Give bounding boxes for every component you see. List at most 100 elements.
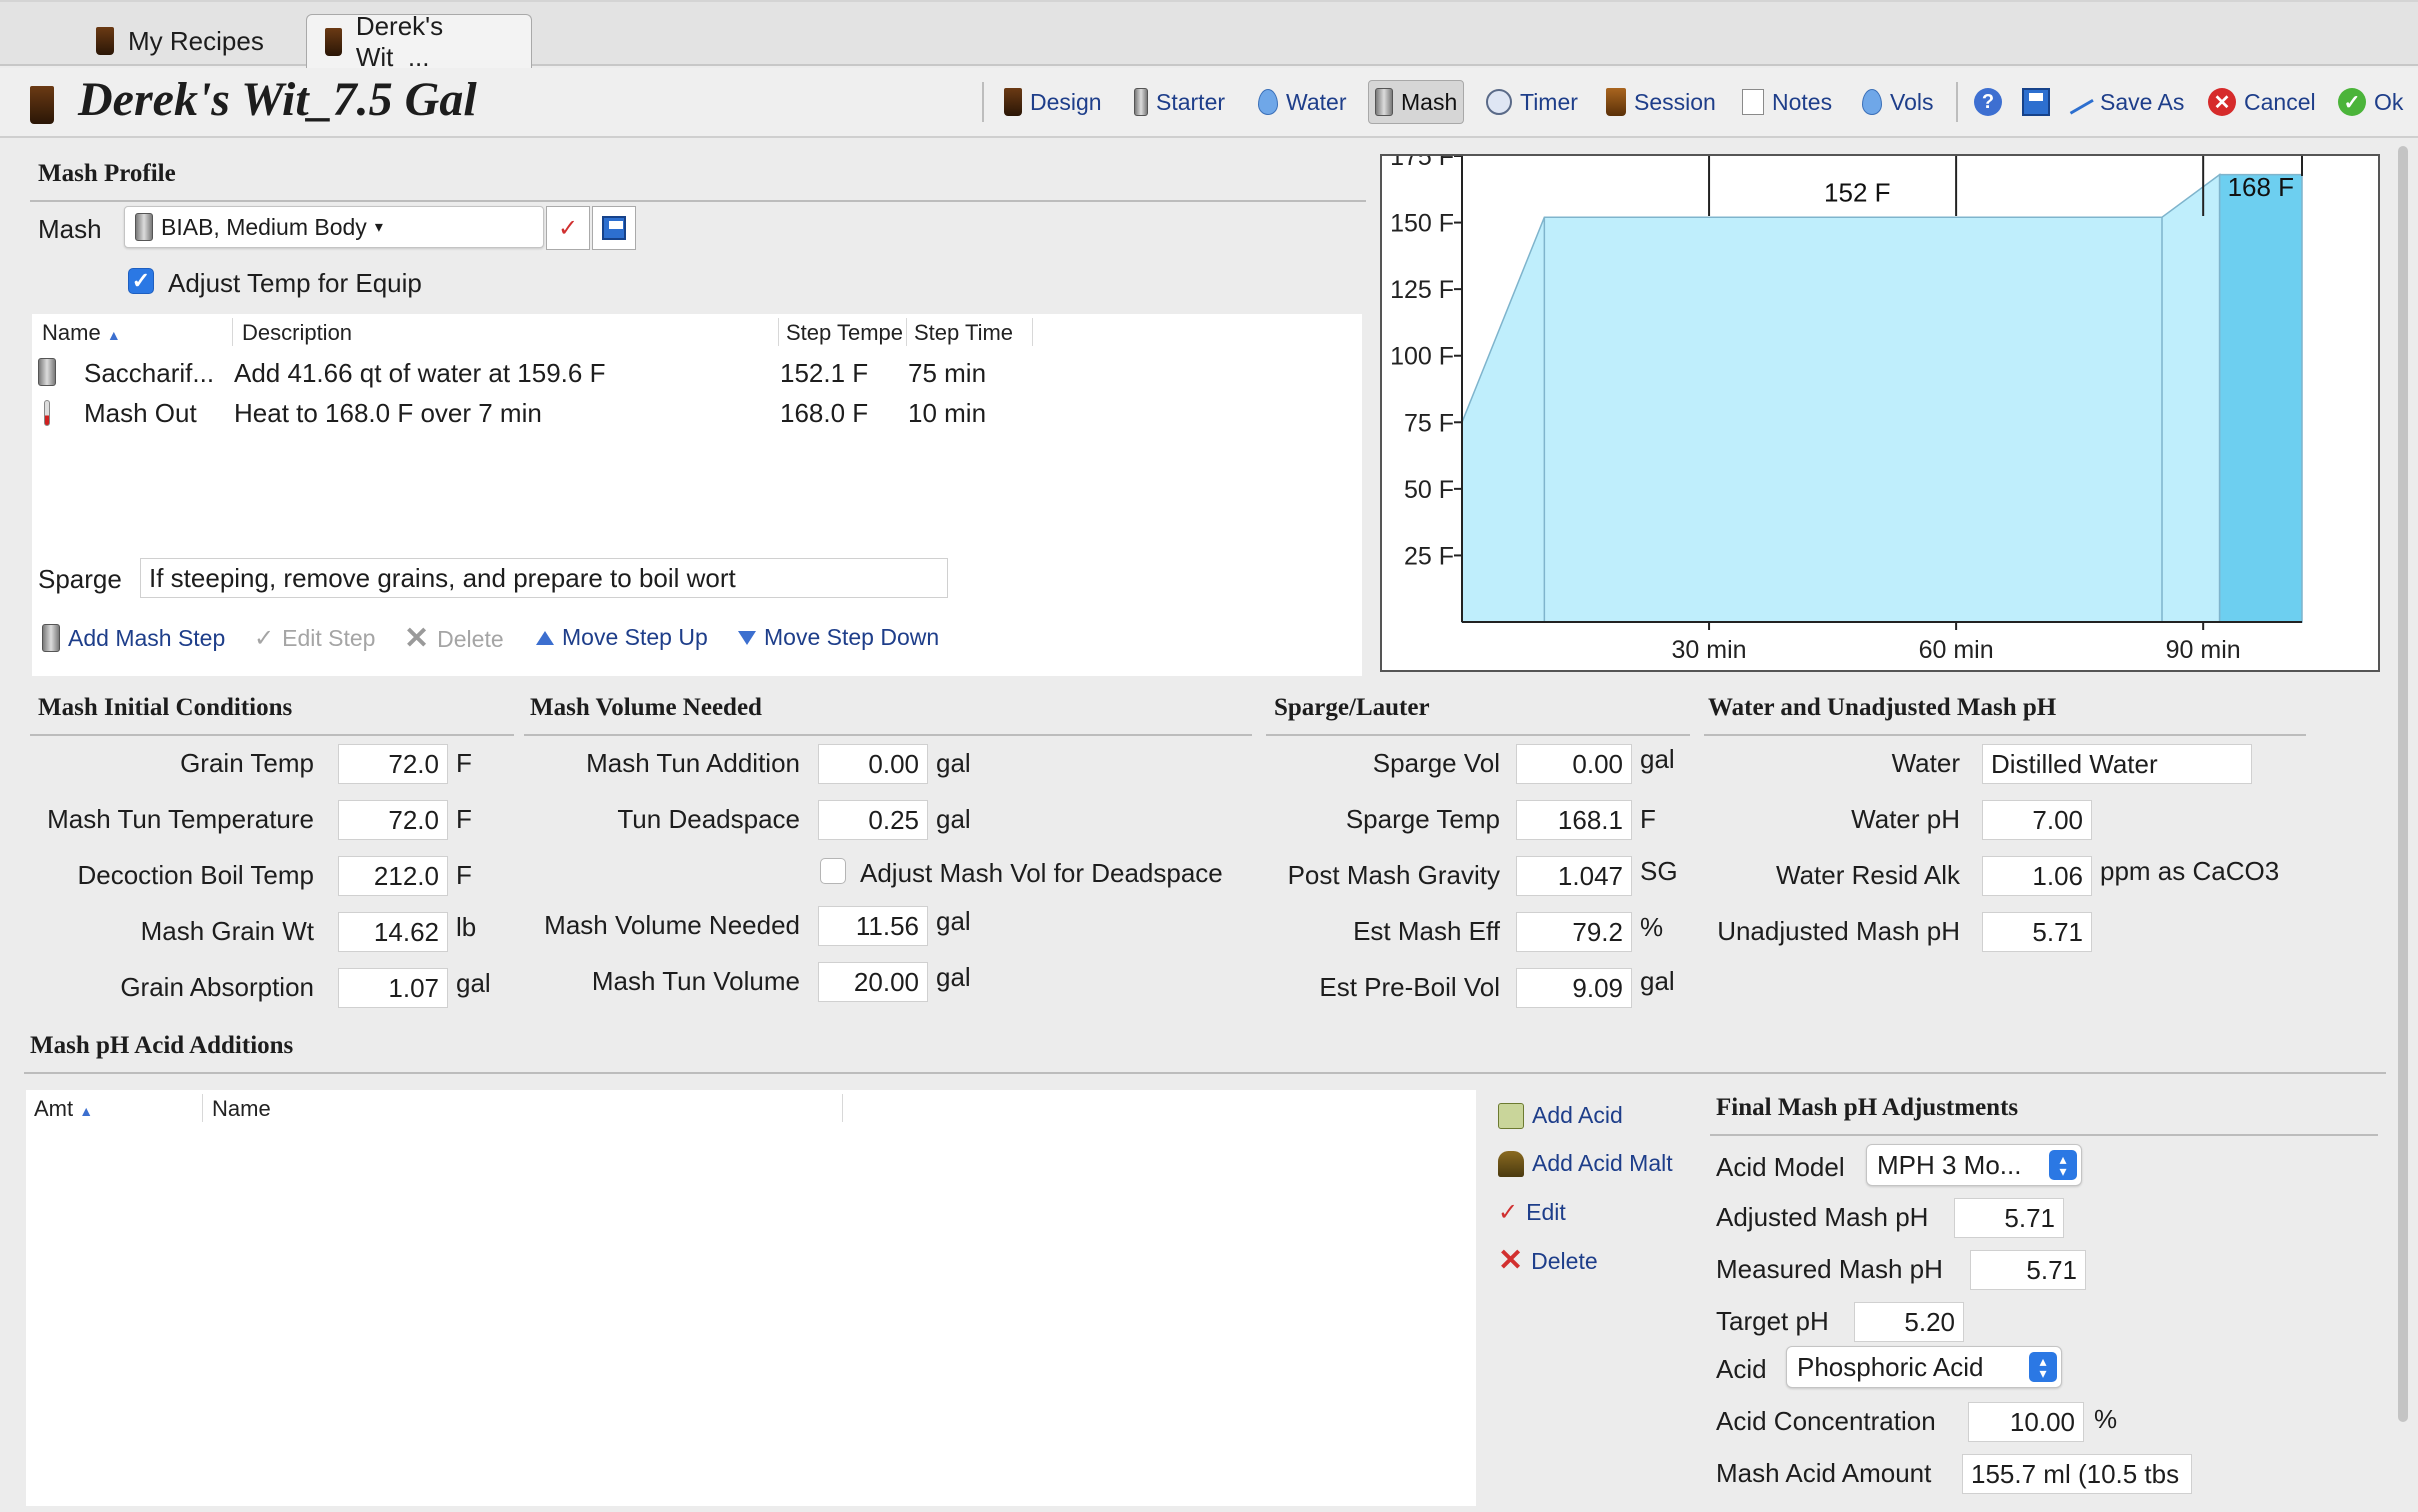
sparge-temp-label: Sparge Temp <box>1345 804 1500 834</box>
add-acid-malt-button[interactable]: Add Acid Malt <box>1498 1150 1673 1177</box>
sparge-temp-field[interactable]: 168.1 <box>1516 800 1632 840</box>
acid-type-value: Phosphoric Acid <box>1797 1351 1984 1382</box>
volume-needed-title: Mash Volume Needed <box>530 694 762 721</box>
water-ph-field[interactable]: 7.00 <box>1982 800 2092 840</box>
water-resid-alk-label: Water Resid Alk <box>1776 860 1960 890</box>
grain-temp-field[interactable]: 72.0 <box>338 744 448 784</box>
vols-button[interactable]: Vols <box>1862 80 1933 124</box>
column-header-name[interactable]: Name ▲ <box>42 320 121 346</box>
section-rule <box>30 734 514 736</box>
edit-checklist-icon: ✓ <box>1498 1199 1519 1226</box>
scrollbar-thumb[interactable] <box>2398 146 2408 1422</box>
tun-deadspace-field[interactable]: 0.25 <box>818 800 928 840</box>
water-label: Water <box>1891 748 1960 778</box>
adjust-temp-checkbox[interactable]: ✓ <box>128 268 154 294</box>
grain-absorption-unit: gal <box>456 968 491 998</box>
mash-tun-volume-field[interactable]: 20.00 <box>818 962 928 1002</box>
sparge-vol-field[interactable]: 0.00 <box>1516 744 1632 784</box>
delete-x-icon: ✕ <box>1498 1244 1524 1277</box>
notes-button[interactable]: Notes <box>1742 80 1832 124</box>
cancel-button[interactable]: ✕ Cancel <box>2208 80 2316 124</box>
mash-tun-addition-field[interactable]: 0.00 <box>818 744 928 784</box>
step-name: Mash Out <box>84 398 197 428</box>
column-divider <box>906 318 907 346</box>
delete-acid-button[interactable]: ✕ Delete <box>1498 1246 1598 1276</box>
edit-acid-button[interactable]: ✓ Edit <box>1498 1198 1566 1227</box>
column-header-acid-name[interactable]: Name <box>212 1096 271 1122</box>
grain-temp-label: Grain Temp <box>180 748 314 778</box>
notes-label: Notes <box>1772 88 1833 115</box>
beer-glass-icon <box>30 86 54 124</box>
est-pre-boil-vol-field[interactable]: 9.09 <box>1516 968 1632 1008</box>
est-mash-eff-field[interactable]: 79.2 <box>1516 912 1632 952</box>
vertical-scrollbar[interactable] <box>2396 146 2410 1422</box>
water-button[interactable]: Water <box>1258 80 1347 124</box>
column-header-description[interactable]: Description <box>242 320 352 346</box>
acid-concentration-label: Acid Concentration <box>1716 1406 1936 1436</box>
timer-button[interactable]: Timer <box>1486 80 1578 124</box>
unadjusted-mash-ph-field[interactable]: 5.71 <box>1982 912 2092 952</box>
acid-concentration-field[interactable]: 10.00 <box>1968 1402 2084 1442</box>
post-mash-gravity-field[interactable]: 1.047 <box>1516 856 1632 896</box>
acid-concentration-unit: % <box>2094 1404 2118 1434</box>
mash-button[interactable]: Mash <box>1368 80 1465 124</box>
measured-mash-ph-field[interactable]: 5.71 <box>1970 1250 2086 1290</box>
move-step-up-button[interactable]: Move Step Up <box>536 624 708 651</box>
cancel-label: Cancel <box>2244 88 2316 115</box>
decoction-boil-temp-field[interactable]: 212.0 <box>338 856 448 896</box>
tab-my-recipes[interactable]: My Recipes <box>78 14 282 68</box>
mash-content: Mash Profile Mash BIAB, Medium Body ▾ ✓ … <box>8 140 2410 1506</box>
y-tick-label: 25 F <box>1404 542 1454 570</box>
starter-label: Starter <box>1156 88 1226 115</box>
grain-absorption-field[interactable]: 1.07 <box>338 968 448 1008</box>
edit-step-button[interactable]: ✓ Edit Step <box>254 624 375 653</box>
mash-profile-chart: 25 F 50 F 75 F 100 F 125 F 150 F 175 F 30 min 60… <box>1380 143 2380 672</box>
mash-volume-needed-field[interactable]: 11.56 <box>818 906 928 946</box>
column-header-step-temp[interactable]: Step Tempe <box>786 320 906 346</box>
move-step-down-button[interactable]: Move Step Down <box>738 624 939 651</box>
save-button[interactable] <box>2022 80 2050 124</box>
session-button[interactable]: Session <box>1606 80 1716 124</box>
adjust-mash-vol-checkbox[interactable] <box>820 858 846 884</box>
edit-step-label: Edit Step <box>282 625 376 651</box>
column-header-amt[interactable]: Amt ▲ <box>34 1096 93 1122</box>
x-tick-label: 60 min <box>1919 636 1994 664</box>
section-rule <box>524 734 1252 736</box>
tun-deadspace-unit: gal <box>936 804 971 834</box>
sparge-field[interactable]: If steeping, remove grains, and prepare … <box>140 558 948 598</box>
edit-mash-profile-button[interactable]: ✓ <box>546 206 590 250</box>
acid-model-select[interactable]: MPH 3 Mo... ▴ ▾ <box>1866 1144 2082 1186</box>
mash-tun-volume-unit: gal <box>936 962 971 992</box>
section-rule <box>1704 734 2306 736</box>
adjusted-mash-ph-label: Adjusted Mash pH <box>1716 1202 1929 1232</box>
toolbar-divider <box>1956 82 1958 122</box>
delete-step-button[interactable]: ✕ Delete <box>404 624 504 654</box>
save-mash-profile-button[interactable] <box>592 206 636 250</box>
help-button[interactable]: ? <box>1974 80 2002 124</box>
step-temp: 168.0 F <box>780 398 869 428</box>
add-mash-step-button[interactable]: Add Mash Step <box>42 624 225 652</box>
column-header-step-time[interactable]: Step Time <box>914 320 1013 346</box>
table-row[interactable]: Saccharif... Add 41.66 qt of water at 15… <box>32 352 1362 392</box>
target-ph-field[interactable]: 5.20 <box>1854 1302 1964 1342</box>
sparge-vol-label: Sparge Vol <box>1372 748 1500 778</box>
vols-label: Vols <box>1890 88 1934 115</box>
mash-tun-temperature-field[interactable]: 72.0 <box>338 800 448 840</box>
ok-button[interactable]: ✓ Ok <box>2338 80 2403 124</box>
unadjusted-mash-ph-label: Unadjusted Mash pH <box>1717 916 1960 946</box>
mash-grain-wt-field[interactable]: 14.62 <box>338 912 448 952</box>
mash-acid-amount-field[interactable]: 155.7 ml (10.5 tbs <box>1962 1454 2192 1494</box>
mash-tun-icon <box>1375 88 1393 116</box>
starter-button[interactable]: Starter <box>1134 80 1225 124</box>
adjusted-mash-ph-field[interactable]: 5.71 <box>1954 1198 2064 1238</box>
table-row[interactable]: Mash Out Heat to 168.0 F over 7 min 168.… <box>32 392 1362 432</box>
add-acid-button[interactable]: Add Acid <box>1498 1102 1623 1129</box>
water-field[interactable]: Distilled Water <box>1982 744 2252 784</box>
tab-derek-wit[interactable]: Derek's Wit_... <box>306 11 532 72</box>
design-button[interactable]: Design <box>1004 80 1102 124</box>
acid-type-select[interactable]: Phosphoric Acid ▴ ▾ <box>1786 1346 2062 1388</box>
water-resid-alk-field[interactable]: 1.06 <box>1982 856 2092 896</box>
recipe-toolbar: Derek's Wit_7.5 Gal Design Starter Water… <box>0 68 2418 138</box>
mash-profile-select[interactable]: BIAB, Medium Body ▾ <box>124 206 544 248</box>
save-as-button[interactable]: Save As <box>2064 80 2184 124</box>
